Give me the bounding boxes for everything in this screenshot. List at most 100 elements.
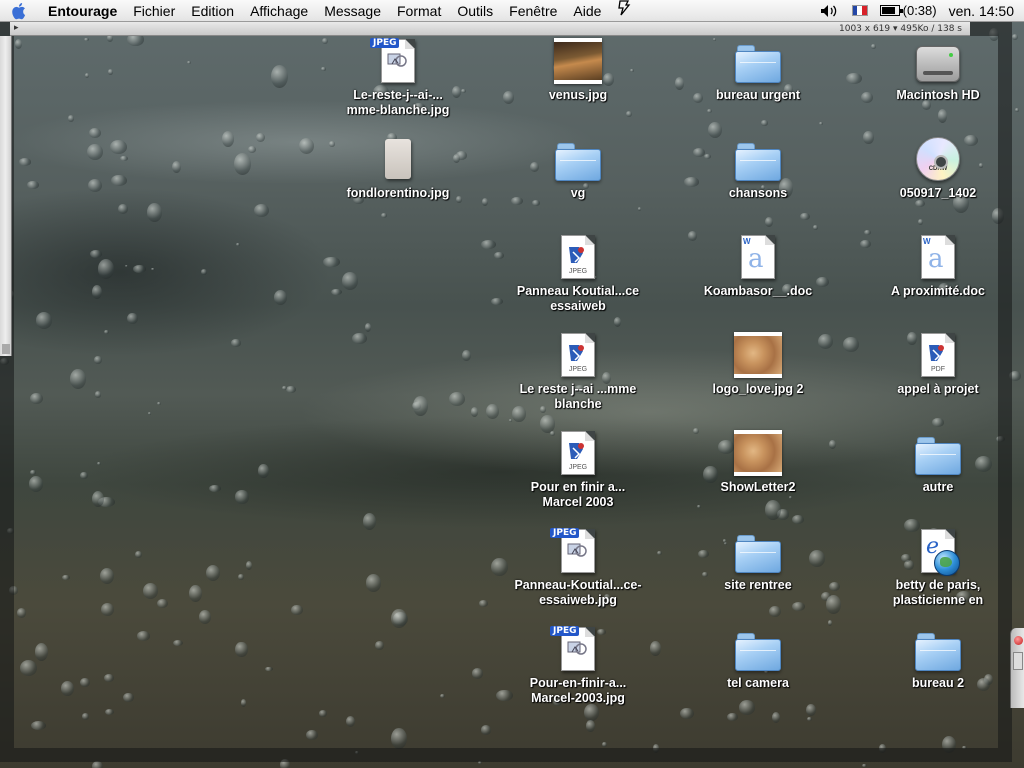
rain-drop xyxy=(7,528,15,534)
rain-drop xyxy=(255,133,265,143)
rain-drop xyxy=(80,471,88,480)
desktop-icon[interactable]: JPEG Le reste j--ai ...mme blanche xyxy=(508,330,648,412)
script-icon[interactable] xyxy=(609,0,639,22)
rain-drop xyxy=(448,391,466,406)
rain-drop xyxy=(583,703,599,722)
desktop-icon[interactable]: JPEG Le-reste-j--ai-... mme-blanche.jpg xyxy=(328,36,468,118)
menu-entourage[interactable]: Entourage xyxy=(40,0,125,22)
image-thumbnail-icon xyxy=(550,36,606,86)
jpeg-preview-icon: JPEG xyxy=(550,330,606,380)
desktop-icon[interactable]: Wa A proximité.doc xyxy=(868,232,1008,299)
rain-drop xyxy=(788,495,792,500)
desktop-icon[interactable]: bureau 2 xyxy=(868,624,1008,691)
rain-drop xyxy=(674,77,685,91)
rain-drop xyxy=(331,288,343,296)
desktop-icon[interactable]: JPEG Pour-en-finir-a... Marcel-2003.jpg xyxy=(508,624,648,706)
rain-drop xyxy=(271,65,288,89)
rain-drop xyxy=(478,760,482,765)
desktop-icon-label: chansons xyxy=(728,186,788,200)
window-collapse-icon[interactable]: ▸ xyxy=(14,23,19,33)
desktop-icon[interactable]: CDRW 050917_1402 xyxy=(868,134,1008,201)
desktop-icon[interactable]: ShowLetter2 xyxy=(688,428,828,495)
rain-drop xyxy=(29,392,43,404)
desktop-icon[interactable]: autre xyxy=(868,428,1008,495)
rain-drop xyxy=(91,285,102,300)
desktop-icon[interactable]: vg xyxy=(508,134,648,201)
rain-drop xyxy=(120,155,128,161)
rain-drop xyxy=(697,504,701,508)
window-scrollbar[interactable] xyxy=(0,36,12,356)
rain-drop xyxy=(123,692,134,703)
rain-drop xyxy=(323,256,340,267)
menu-fichier[interactable]: Fichier xyxy=(125,0,183,22)
rain-drop xyxy=(36,312,53,329)
word-document-icon: Wa xyxy=(910,232,966,282)
battery-indicator[interactable]: (0:38) xyxy=(879,3,937,18)
rain-drop xyxy=(861,764,868,768)
desktop-icon[interactable]: bureau urgent xyxy=(688,36,828,103)
desktop-icon[interactable]: fondlorentino.jpg xyxy=(328,134,468,201)
rain-drop xyxy=(111,175,127,187)
rain-drop xyxy=(800,212,810,221)
desktop-icon[interactable]: PDF appel à projet xyxy=(868,330,1008,397)
rain-drop xyxy=(679,707,694,720)
rain-drop xyxy=(291,604,303,616)
rain-drop xyxy=(319,710,328,717)
desktop-icon[interactable]: Macintosh HD xyxy=(868,36,1008,103)
rain-drop xyxy=(258,464,269,478)
menu-message[interactable]: Message xyxy=(316,0,389,22)
menu-affichage[interactable]: Affichage xyxy=(242,0,316,22)
rain-drop xyxy=(585,719,596,732)
rain-drop xyxy=(88,179,103,193)
rain-drop xyxy=(20,659,37,677)
desktop-icon[interactable]: chansons xyxy=(688,134,828,201)
desktop-icon-label: Koambasor__.doc xyxy=(703,284,813,298)
desktop-icon[interactable]: JPEG Pour en finir a... Marcel 2003 xyxy=(508,428,648,510)
rain-drop xyxy=(118,204,129,215)
french-flag-icon[interactable] xyxy=(851,5,868,16)
rain-drop xyxy=(365,574,382,592)
rain-drop xyxy=(31,720,46,730)
rain-drop xyxy=(461,349,471,362)
rain-drop xyxy=(189,584,202,602)
web-document-icon: e xyxy=(910,526,966,576)
rain-drop xyxy=(738,699,756,715)
desktop-icon[interactable]: e betty de paris, plasticienne en xyxy=(868,526,1008,608)
rain-drop xyxy=(298,138,314,155)
side-widget[interactable] xyxy=(1010,628,1024,708)
rain-drop xyxy=(238,573,244,581)
rain-drop xyxy=(234,152,252,175)
rain-drop xyxy=(806,717,812,721)
desktop-icon-label: Le reste j--ai ...mme blanche xyxy=(519,382,637,411)
menu-fenetre[interactable]: Fenêtre xyxy=(501,0,565,22)
desktop-icon-label: bureau 2 xyxy=(911,676,965,690)
desktop-icon[interactable]: JPEG Panneau Koutial...ce essaiweb xyxy=(508,232,648,314)
rain-drop xyxy=(83,37,90,42)
rain-drop xyxy=(380,213,388,219)
desktop-icon[interactable]: logo_love.jpg 2 xyxy=(688,330,828,397)
rain-drop xyxy=(613,316,621,327)
desktop-icon[interactable]: site rentree xyxy=(688,526,828,593)
speaker-icon[interactable] xyxy=(820,4,840,18)
rain-drop xyxy=(90,249,103,258)
menu-format[interactable]: Format xyxy=(389,0,449,22)
desktop-icon[interactable]: venus.jpg xyxy=(508,36,648,103)
rain-drop xyxy=(124,264,129,268)
desktop-icon[interactable]: JPEG Panneau-Koutial...ce- essaiweb.jpg xyxy=(508,526,648,608)
close-icon[interactable] xyxy=(1014,636,1023,645)
rain-drop xyxy=(70,369,86,389)
menu-clock[interactable]: ven. 14:50 xyxy=(949,3,1014,19)
rain-drop xyxy=(14,39,22,50)
rain-drop xyxy=(98,259,115,279)
rain-drop xyxy=(1011,33,1018,40)
menu-aide[interactable]: Aide xyxy=(565,0,609,22)
menu-outils[interactable]: Outils xyxy=(449,0,501,22)
apple-icon[interactable] xyxy=(0,0,40,22)
rain-drop xyxy=(248,146,257,153)
rain-drop xyxy=(991,207,1005,225)
desktop-icon[interactable]: Wa Koambasor__.doc xyxy=(688,232,828,299)
menu-edition[interactable]: Edition xyxy=(183,0,242,22)
scroll-grip[interactable] xyxy=(2,344,10,354)
cd-icon: CDRW xyxy=(910,134,966,184)
desktop-icon[interactable]: tel camera xyxy=(688,624,828,691)
